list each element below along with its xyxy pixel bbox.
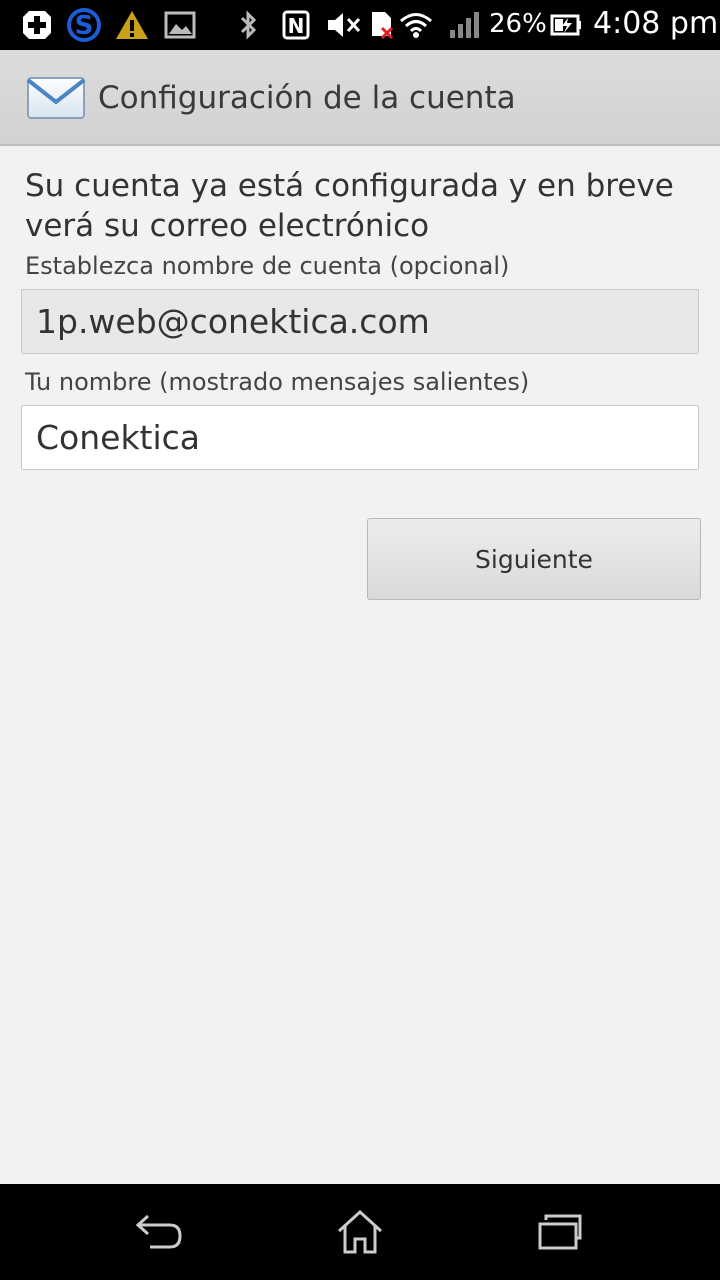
skype-icon: S — [66, 8, 102, 42]
navigation-bar — [0, 1184, 720, 1280]
mute-icon — [326, 8, 362, 42]
page-title: Configuración de la cuenta — [98, 80, 516, 116]
back-icon[interactable] — [130, 1206, 190, 1258]
warning-icon — [114, 8, 150, 42]
mail-icon — [26, 76, 86, 124]
home-icon[interactable] — [330, 1206, 390, 1258]
battery-percent: 26% — [489, 9, 547, 39]
your-name-label: Tu nombre (mostrado mensajes salientes) — [25, 368, 530, 396]
status-bar: S N 26% 4:08 pm — [0, 0, 720, 50]
sim-error-icon — [369, 8, 395, 42]
intro-text: Su cuenta ya está configurada y en breve… — [25, 168, 674, 244]
battery-icon — [549, 8, 583, 42]
clock: 4:08 pm — [593, 6, 719, 41]
svg-text:S: S — [75, 11, 94, 41]
your-name-field[interactable]: Conektica — [21, 405, 699, 470]
svg-text:N: N — [288, 14, 305, 38]
account-name-value: 1p.web@conektica.com — [36, 302, 430, 341]
signal-icon — [447, 8, 481, 42]
plus-notification-icon — [20, 8, 54, 42]
account-name-field[interactable]: 1p.web@conektica.com — [21, 289, 699, 354]
action-bar: Configuración de la cuenta — [0, 50, 720, 146]
next-button-label: Siguiente — [475, 544, 593, 574]
nfc-icon: N — [281, 8, 311, 42]
next-button[interactable]: Siguiente — [367, 518, 701, 600]
wifi-icon — [398, 8, 434, 42]
your-name-value: Conektica — [36, 418, 201, 457]
account-name-label: Establezca nombre de cuenta (opcional) — [25, 252, 510, 280]
image-icon — [163, 8, 197, 42]
setup-form: Su cuenta ya está configurada y en breve… — [0, 148, 720, 1184]
bluetooth-icon — [236, 8, 260, 42]
recent-apps-icon[interactable] — [530, 1206, 590, 1258]
